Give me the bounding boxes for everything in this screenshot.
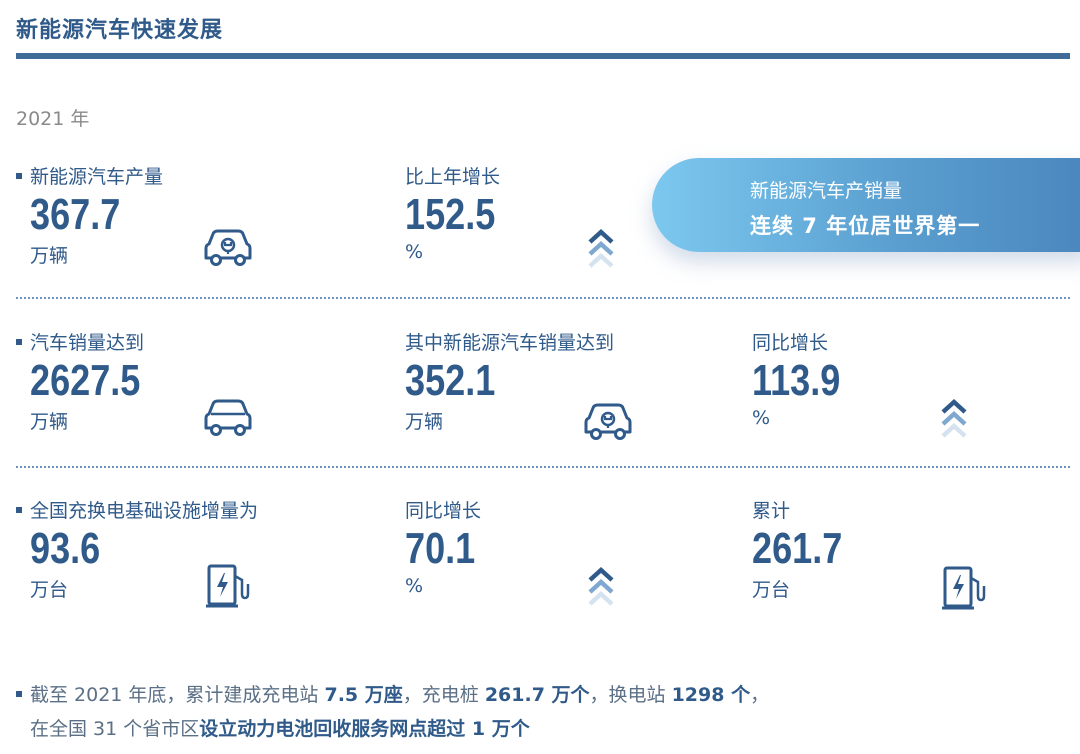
stat-nev-production: 新能源汽车产量 367.7 万辆 bbox=[16, 162, 163, 268]
footer-highlight: 7.5 万座 bbox=[324, 684, 403, 706]
stat-value: 2627.5 bbox=[30, 356, 141, 405]
stat-label: 新能源汽车产量 bbox=[30, 166, 164, 188]
stat-label: 同比增长 bbox=[405, 500, 482, 522]
stat-label: 其中新能源汽车销量达到 bbox=[405, 332, 615, 354]
footer-text: 截至 2021 年底，累计建成充电站 bbox=[30, 684, 325, 706]
highlight-banner: 新能源汽车产销量 连续 7 年位居世界第一 bbox=[652, 158, 1080, 252]
charging-station-icon bbox=[942, 566, 986, 610]
stat-car-sales: 汽车销量达到 2627.5 万辆 bbox=[16, 328, 165, 434]
stat-sales-growth: 同比增长 113.9 % bbox=[752, 328, 860, 429]
stat-unit: % bbox=[405, 241, 424, 263]
stat-label: 汽车销量达到 bbox=[30, 332, 145, 354]
footer-text: ，换电站 bbox=[589, 684, 672, 706]
stat-label: 比上年增长 bbox=[405, 166, 501, 188]
year-label: 2021 年 bbox=[16, 108, 90, 130]
stat-value: 93.6 bbox=[30, 524, 101, 573]
footer-text: 在全国 31 个省市区 bbox=[30, 718, 200, 740]
stat-value: 113.9 bbox=[752, 356, 841, 405]
row-divider bbox=[16, 466, 1070, 468]
stat-value: 352.1 bbox=[405, 356, 496, 405]
footer-text: ， bbox=[750, 684, 770, 706]
footer-highlight: 261.7 万个 bbox=[484, 684, 590, 706]
banner-headline: 连续 7 年位居世界第一 bbox=[750, 214, 981, 238]
stat-unit: 万辆 bbox=[30, 411, 69, 433]
bullet-square bbox=[16, 506, 22, 513]
footer-line-1: 截至 2021 年底，累计建成充电站 7.5 万座，充电桩 261.7 万个，换… bbox=[16, 680, 769, 707]
stat-nev-growth: 比上年增长 152.5 % bbox=[405, 162, 515, 263]
footer-line-2: 在全国 31 个省市区设立动力电池回收服务网点超过 1 万个 bbox=[30, 714, 530, 741]
footer-text: ，充电桩 bbox=[402, 684, 485, 706]
footer-highlight: 1298 个 bbox=[671, 684, 751, 706]
row-divider bbox=[16, 297, 1070, 299]
stat-value: 367.7 bbox=[30, 190, 121, 239]
electric-car-icon bbox=[204, 229, 252, 266]
stat-label: 全国充换电基础设施增量为 bbox=[30, 500, 259, 522]
electric-car-icon bbox=[584, 403, 632, 440]
footer-highlight: 设立动力电池回收服务网点超过 1 万个 bbox=[199, 718, 530, 740]
stat-charging-growth: 同比增长 70.1 % bbox=[405, 496, 491, 597]
stat-unit: 万辆 bbox=[30, 245, 69, 267]
stat-value: 261.7 bbox=[752, 524, 843, 573]
bullet-square bbox=[16, 338, 22, 345]
bullet-square bbox=[16, 172, 22, 179]
stat-unit: 万台 bbox=[752, 579, 791, 601]
bullet-square bbox=[16, 690, 22, 697]
stat-value: 152.5 bbox=[405, 190, 496, 239]
banner-subtitle: 新能源汽车产销量 bbox=[750, 180, 903, 202]
up-chevrons-icon bbox=[941, 398, 967, 438]
title-underline bbox=[16, 53, 1070, 59]
up-chevrons-icon bbox=[588, 228, 614, 268]
charging-station-icon bbox=[206, 564, 250, 608]
stat-label: 累计 bbox=[752, 500, 791, 522]
stat-unit: % bbox=[405, 575, 424, 597]
page-title: 新能源汽车快速发展 bbox=[16, 18, 224, 43]
stat-unit: % bbox=[752, 407, 771, 429]
stat-value: 70.1 bbox=[405, 524, 476, 573]
up-chevrons-icon bbox=[588, 566, 614, 606]
car-icon bbox=[204, 399, 252, 436]
stat-label: 同比增长 bbox=[752, 332, 829, 354]
stat-charging-total: 累计 261.7 万台 bbox=[752, 496, 862, 602]
